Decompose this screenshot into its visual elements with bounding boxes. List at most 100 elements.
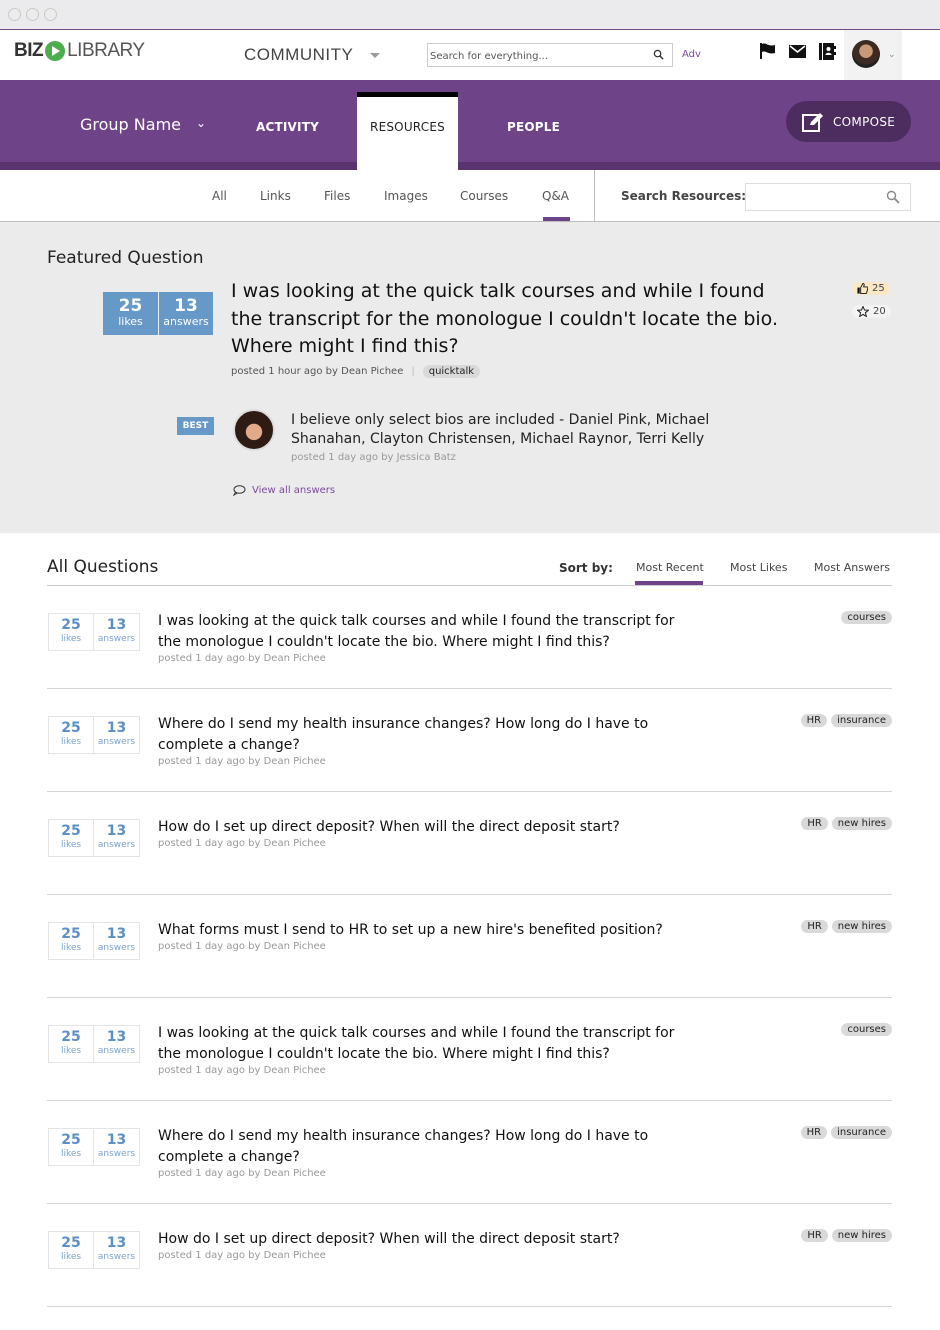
resource-tab-all[interactable]: All [212, 189, 227, 203]
tag[interactable]: new hires [831, 817, 892, 830]
likes-label: likes [60, 1149, 82, 1159]
question-row[interactable]: 25 likes 13 answers Where do I send my healt… [47, 1101, 892, 1204]
contacts-icon[interactable] [819, 43, 836, 60]
tag[interactable]: courses [841, 611, 892, 624]
tag[interactable]: new hires [831, 1229, 892, 1242]
compose-button[interactable]: COMPOSE [786, 101, 911, 142]
sort-most-recent[interactable]: Most Recent [636, 561, 704, 574]
user-menu[interactable]: ⌄ [844, 30, 902, 80]
bizlibrary-logo[interactable]: BIZ LIBRARY [14, 40, 145, 62]
tab-people[interactable]: PEOPLE [507, 120, 560, 134]
likes-label: likes [118, 315, 143, 328]
question-row[interactable]: 25 likes 13 answers What forms must I send t… [47, 895, 892, 998]
resource-tabs: All Links Files Images Courses Q&A Searc… [0, 170, 940, 222]
question-row[interactable]: 25 likes 13 answers Where do I send my healt… [47, 689, 892, 792]
window-close-button[interactable] [8, 8, 21, 21]
resource-tab-images[interactable]: Images [384, 189, 428, 203]
question-row[interactable]: 25 likes 13 answers How do I set up direct d… [47, 792, 892, 895]
favorite-button[interactable]: 20 [852, 305, 891, 318]
top-bar: BIZ LIBRARY COMMUNITY Adv ⌄ [0, 30, 940, 80]
resource-tab-links[interactable]: Links [260, 189, 291, 203]
global-search-input[interactable] [428, 45, 648, 68]
search-icon[interactable] [886, 190, 900, 204]
section-title: Featured Question [47, 248, 204, 268]
chevron-down-icon[interactable]: ⌄ [196, 116, 206, 130]
tag-list: HR insurance [800, 714, 892, 727]
group-name-dropdown[interactable]: Group Name [80, 115, 181, 134]
tag[interactable]: new hires [831, 920, 892, 933]
sort-by-label: Sort by: [559, 561, 613, 575]
likes-label: likes [60, 634, 82, 644]
search-resources-input[interactable] [746, 184, 876, 210]
resource-tab-courses[interactable]: Courses [460, 189, 508, 203]
logo-text-bold: BIZ [14, 40, 44, 61]
view-all-answers-label: View all answers [252, 485, 336, 496]
likes-count: 25 [61, 617, 81, 633]
question-row[interactable]: 25 likes 13 answers I was looking at the qui… [47, 998, 892, 1101]
window-maximize-button[interactable] [44, 8, 57, 21]
question-title[interactable]: What forms must I send to HR to set up a… [158, 920, 698, 941]
flag-icon[interactable] [759, 43, 776, 59]
like-button[interactable]: 25 [852, 282, 890, 295]
tag[interactable]: HR [801, 817, 828, 830]
post-meta: posted 1 day ago by Dean Pichee [158, 1250, 326, 1261]
answers-count: 13 [106, 1132, 127, 1148]
tag[interactable]: HR [801, 1229, 828, 1242]
likes-stat: 25 likes [48, 613, 94, 651]
answer-meta: posted 1 day ago by Jessica Batz [291, 452, 456, 463]
tab-resources[interactable]: RESOURCES [357, 92, 458, 170]
sort-most-answers[interactable]: Most Answers [814, 561, 890, 574]
post-meta: posted 1 day ago by Dean Pichee [158, 838, 326, 849]
answers-stat: 13 answers [94, 922, 140, 960]
post-meta: posted 1 day ago by Dean Pichee [158, 756, 326, 767]
answers-stat: 13 answers [94, 1025, 140, 1063]
caret-down-icon[interactable] [370, 53, 380, 58]
featured-question-title[interactable]: I was looking at the quick talk courses … [231, 278, 791, 361]
question-title[interactable]: How do I set up direct deposit? When wil… [158, 817, 698, 838]
likes-stat: 25 likes [48, 1025, 94, 1063]
question-title[interactable]: I was looking at the quick talk courses … [158, 611, 698, 652]
answers-label: answers [97, 737, 136, 747]
question-title[interactable]: Where do I send my health insurance chan… [158, 714, 698, 755]
question-stats: 25 likes 13 answers [48, 613, 140, 651]
tag[interactable]: HR [800, 714, 828, 727]
window-minimize-button[interactable] [26, 8, 39, 21]
tag[interactable]: courses [841, 1023, 892, 1036]
answers-stat: 13 answers [94, 819, 140, 857]
sort-most-likes[interactable]: Most Likes [730, 561, 787, 574]
tab-activity[interactable]: ACTIVITY [256, 120, 319, 134]
resource-tab-qa[interactable]: Q&A [542, 189, 569, 203]
question-stats: 25 likes 13 answers [48, 922, 140, 960]
tag[interactable]: HR [800, 1126, 828, 1139]
tag[interactable]: HR [801, 920, 828, 933]
post-meta: posted 1 day ago by Dean Pichee [158, 1065, 326, 1076]
tag[interactable]: quicktalk [422, 365, 481, 378]
browser-chrome [0, 0, 940, 30]
separator: | [411, 366, 415, 377]
question-title[interactable]: I was looking at the quick talk courses … [158, 1023, 698, 1064]
global-search [427, 43, 673, 68]
search-icon[interactable] [653, 49, 664, 60]
answers-stat: 13 answers [94, 1128, 140, 1166]
answers-count: 13 [106, 823, 127, 839]
answers-label: answers [97, 634, 136, 644]
likes-stat: 25 likes [48, 1128, 94, 1166]
answers-stat: 13 answers [158, 292, 213, 335]
advanced-search-link[interactable]: Adv [682, 49, 701, 60]
tag-list: HR insurance [800, 1126, 892, 1139]
likes-stat: 25 likes [48, 716, 94, 754]
resource-tab-files[interactable]: Files [324, 189, 350, 203]
answers-stat: 13 answers [94, 613, 140, 651]
answer-author-avatar[interactable] [233, 409, 275, 451]
tag[interactable]: insurance [831, 1126, 892, 1139]
view-all-answers-link[interactable]: View all answers [233, 485, 335, 496]
tag[interactable]: insurance [831, 714, 892, 727]
section-switcher[interactable]: COMMUNITY [244, 45, 353, 65]
question-row[interactable]: 25 likes 13 answers How do I set up direct d… [47, 1204, 892, 1307]
question-row[interactable]: 25 likes 13 answers I was looking at the qui… [47, 586, 892, 689]
question-title[interactable]: How do I set up direct deposit? When wil… [158, 1229, 698, 1250]
likes-stat: 25 likes [103, 292, 158, 335]
mail-icon[interactable] [789, 45, 806, 58]
question-title[interactable]: Where do I send my health insurance chan… [158, 1126, 698, 1167]
answers-count: 13 [106, 720, 127, 736]
